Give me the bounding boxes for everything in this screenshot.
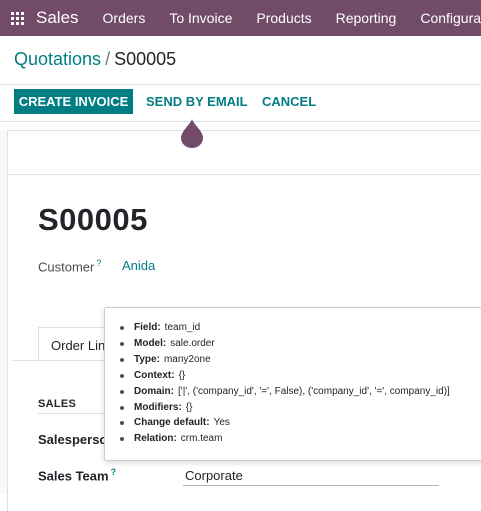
tooltip-row-context: Context:{} bbox=[118, 368, 450, 384]
statusbar-divider bbox=[7, 174, 481, 175]
tooltip-row-type: Type: many2one bbox=[118, 352, 450, 368]
help-tooltip-icon[interactable]: ? bbox=[96, 258, 101, 268]
control-panel: CREATE INVOICE SEND BY EMAIL CANCEL bbox=[0, 84, 481, 122]
breadcrumb-quotations-link[interactable]: Quotations bbox=[14, 49, 101, 69]
tooltip-row-field: Field: team_id bbox=[118, 320, 450, 336]
sales-team-label-text: Sales Team bbox=[38, 468, 109, 484]
send-by-email-button[interactable]: SEND BY EMAIL bbox=[146, 89, 248, 114]
menu-configuration[interactable]: Configuration bbox=[420, 10, 481, 26]
menu-reporting[interactable]: Reporting bbox=[336, 10, 397, 26]
breadcrumb-separator: / bbox=[105, 49, 111, 69]
menu-products[interactable]: Products bbox=[256, 10, 311, 26]
create-invoice-button[interactable]: CREATE INVOICE bbox=[14, 89, 133, 114]
help-tooltip-icon[interactable]: ? bbox=[111, 467, 117, 477]
app-brand[interactable]: Sales bbox=[36, 8, 79, 28]
tooltip-field-list: Field: team_id Model: sale.order Type: many… bbox=[118, 320, 450, 447]
salesperson-label: Salesperson bbox=[38, 432, 106, 447]
drop-marker-icon bbox=[181, 119, 203, 148]
tooltip-row-model: Model: sale.order bbox=[118, 336, 450, 352]
customer-label: Customer? bbox=[38, 258, 101, 274]
field-debug-tooltip: Field: team_id Model: sale.order Type: many… bbox=[104, 307, 481, 461]
top-navbar: Sales Orders To Invoice Products Reporti… bbox=[0, 0, 481, 36]
menu-orders[interactable]: Orders bbox=[103, 10, 146, 26]
apps-grid-icon[interactable] bbox=[11, 11, 24, 25]
sales-team-label: Sales Team? bbox=[38, 467, 116, 483]
record-name: S00005 bbox=[38, 202, 148, 237]
menu-to-invoice[interactable]: To Invoice bbox=[169, 10, 232, 26]
breadcrumb: Quotations / S00005 bbox=[14, 49, 176, 70]
tooltip-row-modifiers: Modifiers:{} bbox=[118, 400, 450, 416]
customer-label-text: Customer bbox=[38, 259, 95, 275]
sales-team-field[interactable]: Corporate bbox=[185, 468, 243, 483]
breadcrumb-current: S00005 bbox=[114, 49, 177, 69]
customer-field[interactable]: Anida bbox=[122, 258, 155, 273]
tooltip-row-change-default: Change default: Yes bbox=[118, 415, 450, 431]
cancel-button[interactable]: CANCEL bbox=[262, 89, 316, 114]
tooltip-row-relation: Relation: crm.team bbox=[118, 431, 450, 447]
tooltip-row-domain: Domain: ['|', ('company_id', '=', False),… bbox=[118, 384, 450, 400]
sales-team-field-underline bbox=[183, 485, 439, 486]
sales-section-heading: SALES bbox=[38, 398, 77, 410]
